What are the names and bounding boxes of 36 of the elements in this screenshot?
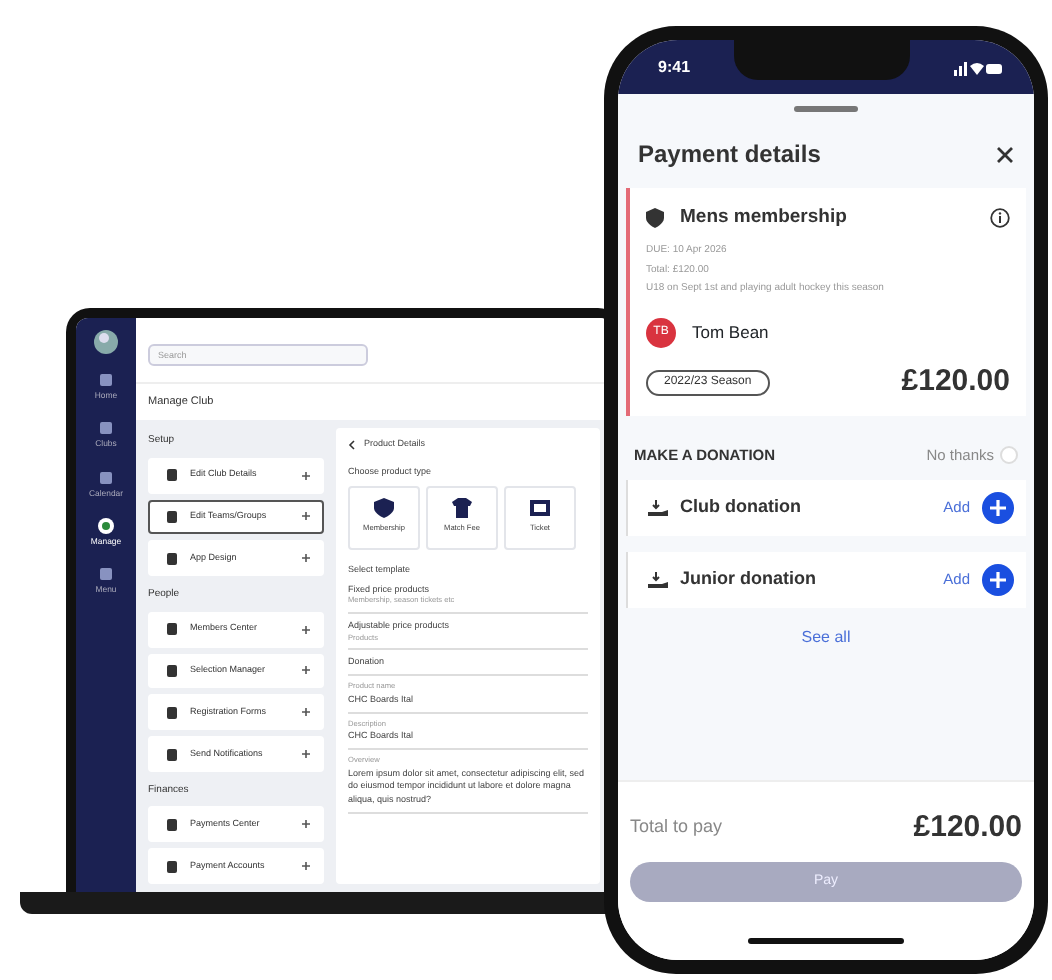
sheet-handle[interactable] — [794, 106, 858, 112]
info-icon[interactable] — [990, 208, 1010, 229]
membership-name: Mens membership — [680, 204, 849, 232]
add-icon[interactable] — [982, 491, 1014, 523]
total-label: Total to pay — [630, 814, 723, 840]
add-icon[interactable] — [982, 563, 1014, 595]
status-icons — [953, 59, 1002, 75]
shield-icon — [374, 498, 394, 519]
plus-icon — [302, 708, 310, 717]
member-name: Tom Bean — [692, 319, 769, 346]
globe-icon — [94, 330, 118, 354]
shirt-icon — [452, 498, 472, 519]
plus-icon — [302, 471, 310, 480]
nav-icon[interactable] — [98, 420, 114, 437]
membership-price: £120.00 — [901, 361, 1010, 402]
back-icon[interactable] — [348, 440, 356, 451]
donation-name: Club donation — [680, 493, 803, 520]
plus-icon — [302, 666, 310, 675]
plus-icon — [302, 820, 310, 829]
nav-icon[interactable] — [97, 372, 114, 388]
plus-icon — [302, 554, 310, 563]
see-all-link[interactable]: See all — [801, 625, 851, 649]
sheet-title: Payment details — [638, 138, 821, 172]
selected-nav-icon[interactable] — [97, 517, 114, 534]
donation-name: Junior donation — [680, 565, 818, 592]
nav-icon[interactable] — [97, 566, 114, 583]
screen-icon — [530, 498, 550, 519]
nav-icon[interactable] — [98, 469, 114, 486]
plus-icon — [302, 625, 310, 634]
total-amount: £120.00 — [913, 807, 1022, 847]
clock-time: 9:41 — [658, 55, 691, 79]
close-icon[interactable] — [996, 145, 1014, 163]
plus-icon — [302, 750, 310, 759]
plus-icon — [302, 512, 310, 521]
shield-icon — [646, 208, 664, 229]
plus-icon — [302, 862, 310, 871]
